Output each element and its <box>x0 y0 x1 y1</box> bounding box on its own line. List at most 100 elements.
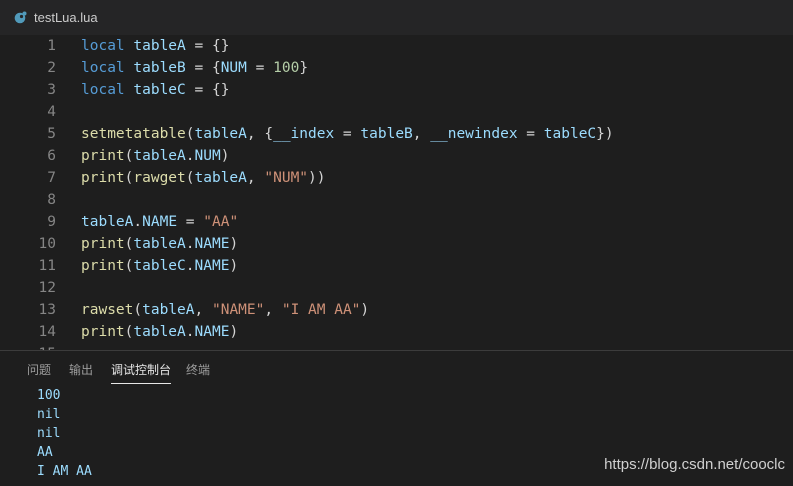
code-token: NAME <box>194 258 230 274</box>
code-text: local tableA = {} <box>81 35 229 57</box>
code-token: print <box>81 236 125 252</box>
code-text: print(tableA.NAME) <box>81 233 238 255</box>
code-token: . <box>185 324 195 340</box>
panel-tab[interactable]: 输出 <box>69 361 93 383</box>
panel-tab[interactable]: 调试控制台 <box>111 361 172 384</box>
code-token: ) <box>220 148 230 164</box>
code-token: "I AM AA" <box>281 302 361 318</box>
line-number: 3 <box>47 82 56 98</box>
output-line: nil <box>37 407 61 422</box>
code-token: ( <box>185 170 195 186</box>
code-line[interactable]: 6 print(tableA.NUM) <box>0 145 793 167</box>
tab-filename: testLua.lua <box>34 10 98 25</box>
code-text: print(tableA.NUM) <box>81 145 229 167</box>
code-token: tableC <box>543 126 597 142</box>
code-line[interactable]: 2 local tableB = {NUM = 100} <box>0 57 793 79</box>
code-text: local tableB = {NUM = 100} <box>81 57 308 79</box>
code-token: print <box>81 258 125 274</box>
code-token: } <box>299 60 309 76</box>
line-number: 14 <box>38 324 56 340</box>
code-line[interactable]: 5 setmetatable(tableA, {__index = tableB,… <box>0 123 793 145</box>
code-token: , <box>246 170 265 186</box>
code-token: "NUM" <box>264 170 309 186</box>
line-number: 13 <box>38 302 56 318</box>
code-line[interactable]: 7 print(rawget(tableA, "NUM")) <box>0 167 793 189</box>
code-token: local <box>81 82 125 98</box>
code-text: print(tableA.NAME) <box>81 321 238 343</box>
lua-file-icon <box>14 11 27 24</box>
code-token: . <box>185 236 195 252</box>
code-token: , <box>412 126 431 142</box>
code-token: = <box>177 214 204 230</box>
output-line: nil <box>37 426 61 441</box>
code-token: tableC <box>133 258 186 274</box>
code-token: __index <box>273 126 335 142</box>
code-token: tableA <box>142 302 195 318</box>
panel-tab[interactable]: 问题 <box>27 361 51 383</box>
code-token: NUM <box>194 148 221 164</box>
code-token: , { <box>246 126 274 142</box>
code-line[interactable]: 8 <box>0 189 793 211</box>
line-number: 6 <box>47 148 56 164</box>
code-token: print <box>81 148 125 164</box>
code-token: NAME <box>194 324 230 340</box>
code-line[interactable]: 1 local tableA = {} <box>0 35 793 57</box>
code-token: = { <box>185 60 221 76</box>
panel-tab[interactable]: 终端 <box>186 361 210 383</box>
line-number: 8 <box>47 192 56 208</box>
editor-tab-testlua[interactable]: testLua.lua <box>14 0 98 35</box>
code-token: "AA" <box>203 214 239 230</box>
line-number: 11 <box>38 258 56 274</box>
line-number: 5 <box>47 126 56 142</box>
code-text: print(rawget(tableA, "NUM")) <box>81 167 326 189</box>
code-token: = <box>334 126 361 142</box>
code-token: 100 <box>273 60 300 76</box>
code-line[interactable]: 15 <box>0 343 793 350</box>
code-token: tableB <box>133 60 186 76</box>
code-token: ) <box>229 258 239 274</box>
code-token: rawset <box>81 302 134 318</box>
code-token: NAME <box>194 236 230 252</box>
code-token: = <box>246 60 274 76</box>
code-token: ( <box>133 302 143 318</box>
code-token: print <box>81 170 125 186</box>
code-line[interactable]: 13 rawset(tableA, "NAME", "I AM AA") <box>0 299 793 321</box>
code-text: print(tableC.NAME) <box>81 255 238 277</box>
code-token: = <box>517 126 544 142</box>
code-token: tableC <box>133 82 186 98</box>
line-number: 15 <box>0 343 56 350</box>
code-line[interactable]: 9 tableA.NAME = "AA" <box>0 211 793 233</box>
code-token: ) <box>229 236 239 252</box>
code-editor[interactable]: 1 local tableA = {} 2 local tableB = {NUM =… <box>0 35 793 350</box>
code-token: = {} <box>185 82 230 98</box>
code-token: . <box>133 214 143 230</box>
code-token: . <box>185 258 195 274</box>
code-line[interactable]: 4 <box>0 101 793 123</box>
code-text: setmetatable(tableA, {__index = tableB, … <box>81 123 614 145</box>
code-token: ) <box>229 324 239 340</box>
code-token: setmetatable <box>81 126 186 142</box>
code-token: local <box>81 60 125 76</box>
code-token: tableA <box>81 214 134 230</box>
code-token: "NAME" <box>211 302 265 318</box>
code-line[interactable]: 3 local tableC = {} <box>0 79 793 101</box>
code-token: = {} <box>185 38 230 54</box>
code-token: tableA <box>133 236 186 252</box>
code-line[interactable]: 11 print(tableC.NAME) <box>0 255 793 277</box>
code-token: tableA <box>194 126 247 142</box>
code-token: NAME <box>142 214 178 230</box>
code-line[interactable]: 12 <box>0 277 793 299</box>
code-line[interactable]: 10 print(tableA.NAME) <box>0 233 793 255</box>
editor-tab-bar: testLua.lua <box>0 0 793 35</box>
line-number: 4 <box>47 104 56 120</box>
code-token: tableB <box>360 126 413 142</box>
line-number: 7 <box>47 170 56 186</box>
code-token: print <box>81 324 125 340</box>
code-token: }) <box>596 126 614 142</box>
code-token: __newindex <box>430 126 518 142</box>
output-line: I AM AA <box>37 464 92 479</box>
code-line[interactable]: 14 print(tableA.NAME) <box>0 321 793 343</box>
code-token: , <box>264 302 282 318</box>
code-token: ( <box>185 126 195 142</box>
code-text: rawset(tableA, "NAME", "I AM AA") <box>81 299 369 321</box>
